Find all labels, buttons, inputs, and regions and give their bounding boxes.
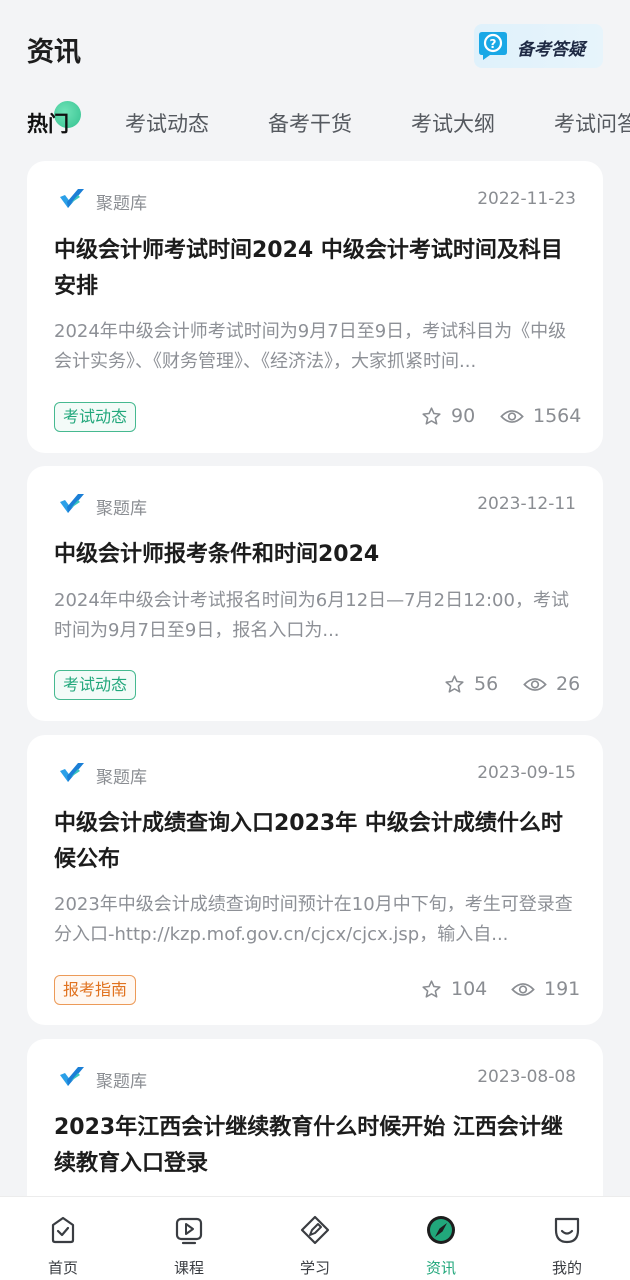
source-name: 聚题库: [96, 194, 147, 214]
view-count-value: 1564: [533, 405, 582, 427]
nav-label: 首页: [47, 1259, 78, 1277]
article-date: 2023-08-08: [477, 1067, 576, 1087]
tab-exam-qa[interactable]: 考试问答: [554, 108, 630, 138]
article-date: 2023-09-15: [477, 763, 576, 783]
article-date: 2022-11-23: [477, 189, 576, 209]
nav-label: 课程: [173, 1259, 204, 1277]
svg-text:?: ?: [490, 37, 497, 51]
eye-icon: [523, 677, 547, 691]
source-logo-icon: [60, 189, 84, 208]
tab-syllabus[interactable]: 考试大纲: [411, 108, 495, 138]
eye-icon: [511, 982, 535, 996]
source-logo-icon: [60, 1067, 84, 1086]
category-tabs: 热门 考试动态 备考干货 考试大纲 考试问答: [0, 100, 630, 144]
view-count: 26: [523, 673, 580, 695]
qa-button-label: 备考答疑: [517, 40, 585, 60]
category-tag: 考试动态: [54, 402, 137, 432]
article-date: 2023-12-11: [477, 494, 576, 514]
nav-course[interactable]: 课程: [126, 1197, 252, 1280]
bottom-nav: 首页 课程 学习 资讯 我的: [0, 1196, 630, 1280]
question-chat-icon: ?: [479, 32, 507, 60]
nav-label: 学习: [299, 1259, 330, 1277]
source-logo-icon: [60, 494, 84, 513]
article-card[interactable]: 聚题库 2023-09-15 中级会计成绩查询入口2023年 中级会计成绩什么时…: [27, 735, 603, 1025]
star-icon: [422, 979, 441, 998]
favorite-count-value: 104: [451, 978, 488, 1000]
view-count: 191: [511, 978, 580, 1000]
view-count: 1564: [500, 405, 581, 427]
source-logo-icon: [60, 763, 84, 782]
tab-hot[interactable]: 热门: [27, 108, 69, 138]
favorite-count[interactable]: 90: [421, 405, 475, 427]
tab-exam-news[interactable]: 考试动态: [125, 108, 209, 138]
favorite-count-value: 56: [474, 673, 499, 695]
nav-home[interactable]: 首页: [0, 1197, 126, 1280]
source-name: 聚题库: [96, 1072, 147, 1092]
article-card[interactable]: 聚题库 2023-12-11 中级会计师报考条件和时间2024 2024年中级会…: [27, 466, 603, 721]
source-name: 聚题库: [96, 768, 147, 788]
tab-prep-tips[interactable]: 备考干货: [268, 108, 352, 138]
favorite-count[interactable]: 56: [444, 673, 498, 695]
star-icon: [422, 406, 441, 425]
article-title: 中级会计师报考条件和时间2024: [54, 542, 380, 567]
star-icon: [445, 674, 464, 693]
view-count-value: 26: [556, 673, 581, 695]
source-name: 聚题库: [96, 499, 147, 519]
nav-news[interactable]: 资讯: [378, 1197, 504, 1280]
article-title: 中级会计师考试时间2024 中级会计考试时间及科目安排: [54, 238, 563, 299]
nav-profile[interactable]: 我的: [504, 1197, 630, 1280]
news-compass-icon: [427, 1216, 455, 1244]
study-pencil-icon: [300, 1215, 330, 1245]
home-icon: [51, 1216, 75, 1244]
favorite-count[interactable]: 104: [421, 978, 487, 1000]
article-summary: 2024年中级会计师考试时间为9月7日至9日，考试科目为《中级会计实务》、《财务…: [54, 321, 567, 372]
page-title: 资讯: [27, 37, 81, 68]
article-summary: 2024年中级会计考试报名时间为6月12日—7月2日12:00，考试时间为9月7…: [54, 590, 569, 641]
article-card[interactable]: 聚题库 2022-11-23 中级会计师考试时间2024 中级会计考试时间及科目…: [27, 161, 603, 453]
nav-label: 资讯: [425, 1259, 456, 1277]
article-title: 2023年江西会计继续教育什么时候开始 江西会计继续教育入口登录: [54, 1115, 563, 1176]
eye-icon: [500, 409, 524, 423]
favorite-count-value: 90: [451, 405, 476, 427]
category-tag: 报考指南: [54, 975, 137, 1005]
qa-button[interactable]: ? 备考答疑: [474, 24, 603, 68]
course-play-icon: [175, 1217, 203, 1245]
article-title: 中级会计成绩查询入口2023年 中级会计成绩什么时候公布: [54, 811, 563, 872]
profile-icon: [554, 1217, 580, 1244]
article-summary: 2023年中级会计成绩查询时间预计在10月中下旬，考生可登录查分入口-http:…: [54, 894, 573, 945]
view-count-value: 191: [544, 978, 581, 1000]
category-tag: 考试动态: [54, 670, 137, 700]
nav-label: 我的: [551, 1259, 582, 1277]
nav-study[interactable]: 学习: [252, 1197, 378, 1280]
